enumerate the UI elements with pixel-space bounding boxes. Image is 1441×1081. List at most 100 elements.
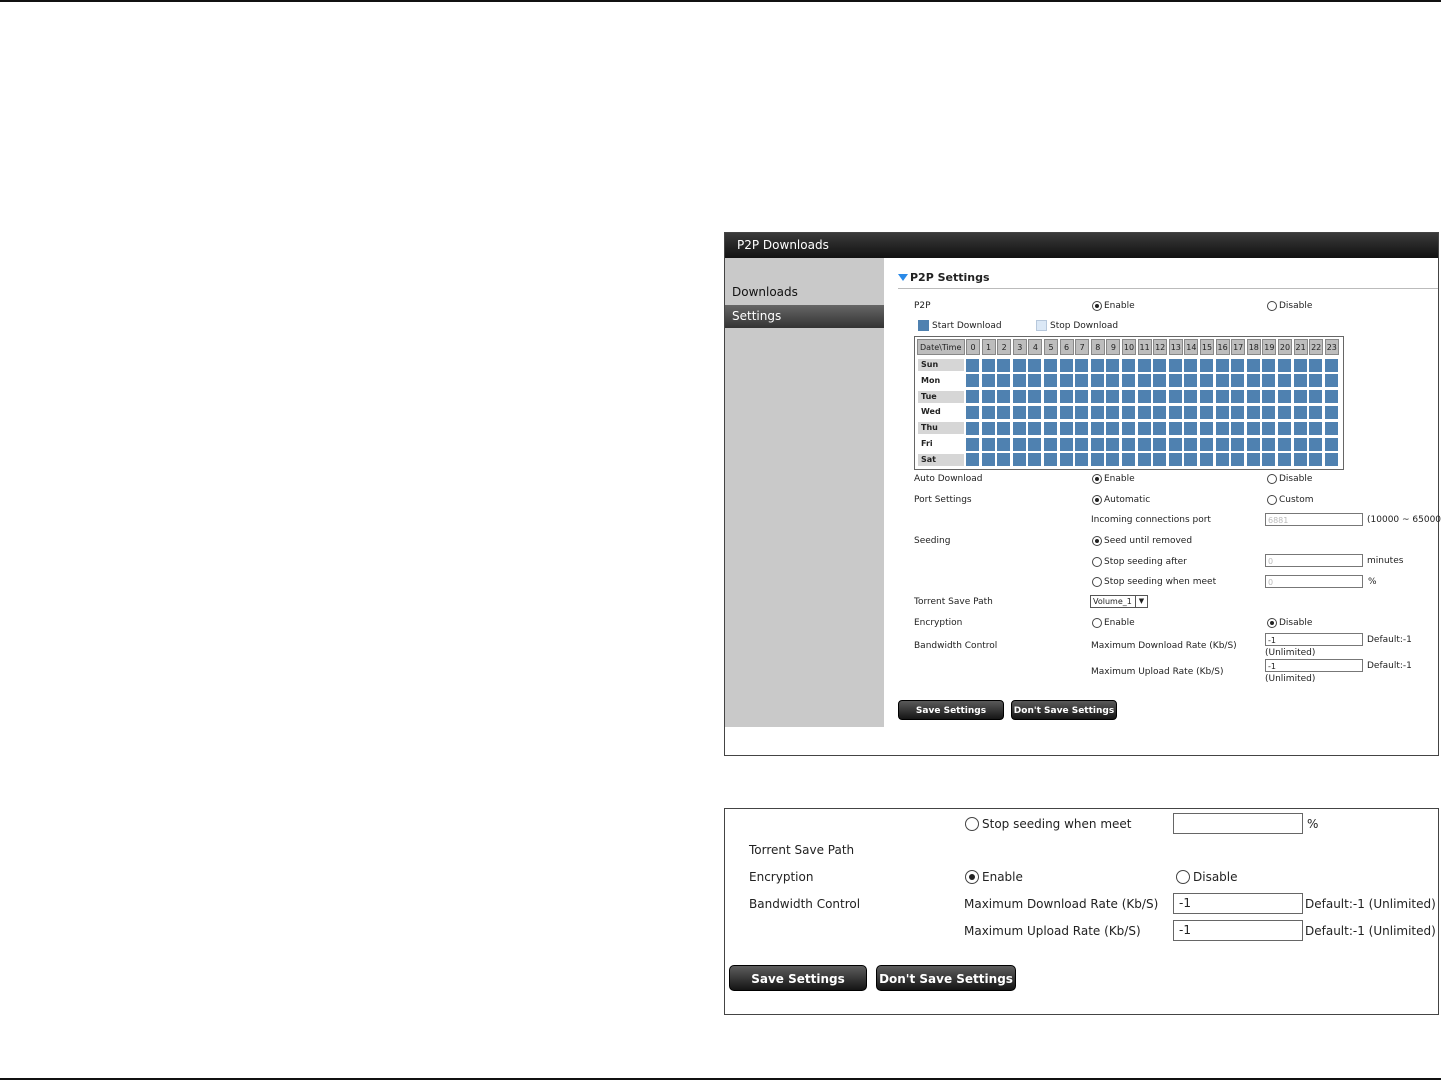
schedule-cell[interactable]: [981, 421, 995, 435]
schedule-cell[interactable]: [1309, 374, 1323, 388]
hour-header-13[interactable]: 13: [1168, 339, 1183, 355]
schedule-cell[interactable]: [1028, 405, 1042, 419]
hour-header-12[interactable]: 12: [1153, 339, 1168, 355]
schedule-cell[interactable]: [1278, 374, 1291, 388]
p2p-disable-radio[interactable]: Disable: [1267, 301, 1312, 311]
schedule-cell[interactable]: [1200, 405, 1213, 419]
hour-header-6[interactable]: 6: [1059, 339, 1074, 355]
schedule-cell[interactable]: [1122, 421, 1135, 435]
schedule-cell[interactable]: [1168, 421, 1182, 435]
schedule-cell[interactable]: [997, 405, 1011, 419]
schedule-cell[interactable]: [1293, 358, 1307, 372]
schedule-cell[interactable]: [1044, 437, 1057, 451]
schedule-cell[interactable]: [1153, 390, 1167, 404]
schedule-cell[interactable]: [1200, 453, 1213, 467]
schedule-cell[interactable]: [1153, 374, 1167, 388]
schedule-cell[interactable]: [1012, 437, 1026, 451]
schedule-cell[interactable]: [997, 358, 1011, 372]
schedule-cell[interactable]: [1200, 390, 1213, 404]
schedule-cell[interactable]: [997, 453, 1011, 467]
zoom-encryption-enable-radio[interactable]: Enable: [965, 870, 1023, 884]
schedule-cell[interactable]: [1309, 453, 1323, 467]
schedule-cell[interactable]: [1278, 390, 1291, 404]
hour-header-15[interactable]: 15: [1200, 339, 1214, 355]
schedule-cell[interactable]: [1293, 405, 1307, 419]
encryption-enable-radio[interactable]: Enable: [1092, 618, 1135, 628]
auto-download-disable-radio[interactable]: Disable: [1267, 474, 1312, 484]
schedule-cell[interactable]: [1028, 437, 1042, 451]
day-label-tue[interactable]: Tue: [918, 390, 964, 403]
schedule-cell[interactable]: [1075, 390, 1089, 404]
schedule-cell[interactable]: [1059, 437, 1073, 451]
schedule-cell[interactable]: [1246, 437, 1260, 451]
schedule-cell[interactable]: [1215, 453, 1229, 467]
schedule-cell[interactable]: [1075, 405, 1089, 419]
schedule-cell[interactable]: [1278, 358, 1291, 372]
seed-until-removed-radio[interactable]: Seed until removed: [1092, 536, 1192, 546]
schedule-cell[interactable]: [1012, 374, 1026, 388]
schedule-cell[interactable]: [1153, 405, 1167, 419]
schedule-cell[interactable]: [1215, 437, 1229, 451]
sidebar-item-settings[interactable]: Settings: [725, 305, 884, 328]
zoom-stop-meet-input[interactable]: [1173, 813, 1303, 834]
zoom-max-download-rate-input[interactable]: -1: [1173, 893, 1303, 914]
schedule-cell[interactable]: [1262, 405, 1276, 419]
schedule-cell[interactable]: [1324, 437, 1338, 451]
hour-header-14[interactable]: 14: [1184, 339, 1199, 355]
schedule-cell[interactable]: [1184, 453, 1198, 467]
schedule-cell[interactable]: [1059, 374, 1073, 388]
schedule-cell[interactable]: [1044, 390, 1057, 404]
p2p-enable-radio[interactable]: Enable: [1092, 301, 1135, 311]
day-label-wed[interactable]: Wed: [918, 406, 964, 418]
schedule-cell[interactable]: [1090, 405, 1104, 419]
schedule-cell[interactable]: [1184, 437, 1198, 451]
schedule-cell[interactable]: [1028, 453, 1042, 467]
schedule-cell[interactable]: [966, 390, 979, 404]
schedule-cell[interactable]: [1028, 358, 1042, 372]
schedule-cell[interactable]: [1044, 453, 1057, 467]
schedule-cell[interactable]: [1090, 437, 1104, 451]
schedule-cell[interactable]: [1106, 405, 1120, 419]
schedule-cell[interactable]: [1309, 437, 1323, 451]
schedule-cell[interactable]: [1044, 358, 1057, 372]
hour-header-0[interactable]: 0: [966, 339, 980, 355]
schedule-cell[interactable]: [966, 358, 979, 372]
schedule-cell[interactable]: [1090, 358, 1104, 372]
save-settings-button[interactable]: Save Settings: [898, 700, 1004, 720]
schedule-cell[interactable]: [1324, 421, 1338, 435]
schedule-cell[interactable]: [1090, 421, 1104, 435]
schedule-cell[interactable]: [1028, 374, 1042, 388]
max-download-rate-input[interactable]: -1: [1265, 633, 1363, 646]
schedule-cell[interactable]: [1122, 358, 1135, 372]
schedule-cell[interactable]: [1262, 390, 1276, 404]
hour-header-18[interactable]: 18: [1246, 339, 1261, 355]
schedule-cell[interactable]: [1231, 453, 1245, 467]
schedule-cell[interactable]: [1137, 437, 1151, 451]
day-label-fri[interactable]: Fri: [918, 438, 964, 450]
schedule-cell[interactable]: [1278, 405, 1291, 419]
schedule-cell[interactable]: [1309, 358, 1323, 372]
schedule-cell[interactable]: [1278, 421, 1291, 435]
schedule-cell[interactable]: [1184, 390, 1198, 404]
schedule-cell[interactable]: [1153, 421, 1167, 435]
schedule-cell[interactable]: [1262, 453, 1276, 467]
zoom-max-upload-rate-input[interactable]: -1: [1173, 920, 1303, 941]
schedule-cell[interactable]: [1090, 453, 1104, 467]
schedule-cell[interactable]: [1215, 421, 1229, 435]
schedule-cell[interactable]: [1262, 421, 1276, 435]
schedule-cell[interactable]: [981, 405, 995, 419]
day-label-thu[interactable]: Thu: [918, 422, 964, 435]
schedule-cell[interactable]: [1324, 374, 1338, 388]
stop-after-minutes-input[interactable]: 0: [1265, 554, 1363, 567]
schedule-cell[interactable]: [1106, 437, 1120, 451]
schedule-cell[interactable]: [1184, 374, 1198, 388]
schedule-cell[interactable]: [1059, 421, 1073, 435]
schedule-cell[interactable]: [1075, 421, 1089, 435]
schedule-cell[interactable]: [1044, 421, 1057, 435]
schedule-cell[interactable]: [1184, 358, 1198, 372]
dont-save-settings-button[interactable]: Don't Save Settings: [1011, 700, 1117, 720]
schedule-cell[interactable]: [1106, 358, 1120, 372]
schedule-cell[interactable]: [1231, 405, 1245, 419]
hour-header-4[interactable]: 4: [1028, 339, 1043, 355]
hour-header-16[interactable]: 16: [1215, 339, 1230, 355]
